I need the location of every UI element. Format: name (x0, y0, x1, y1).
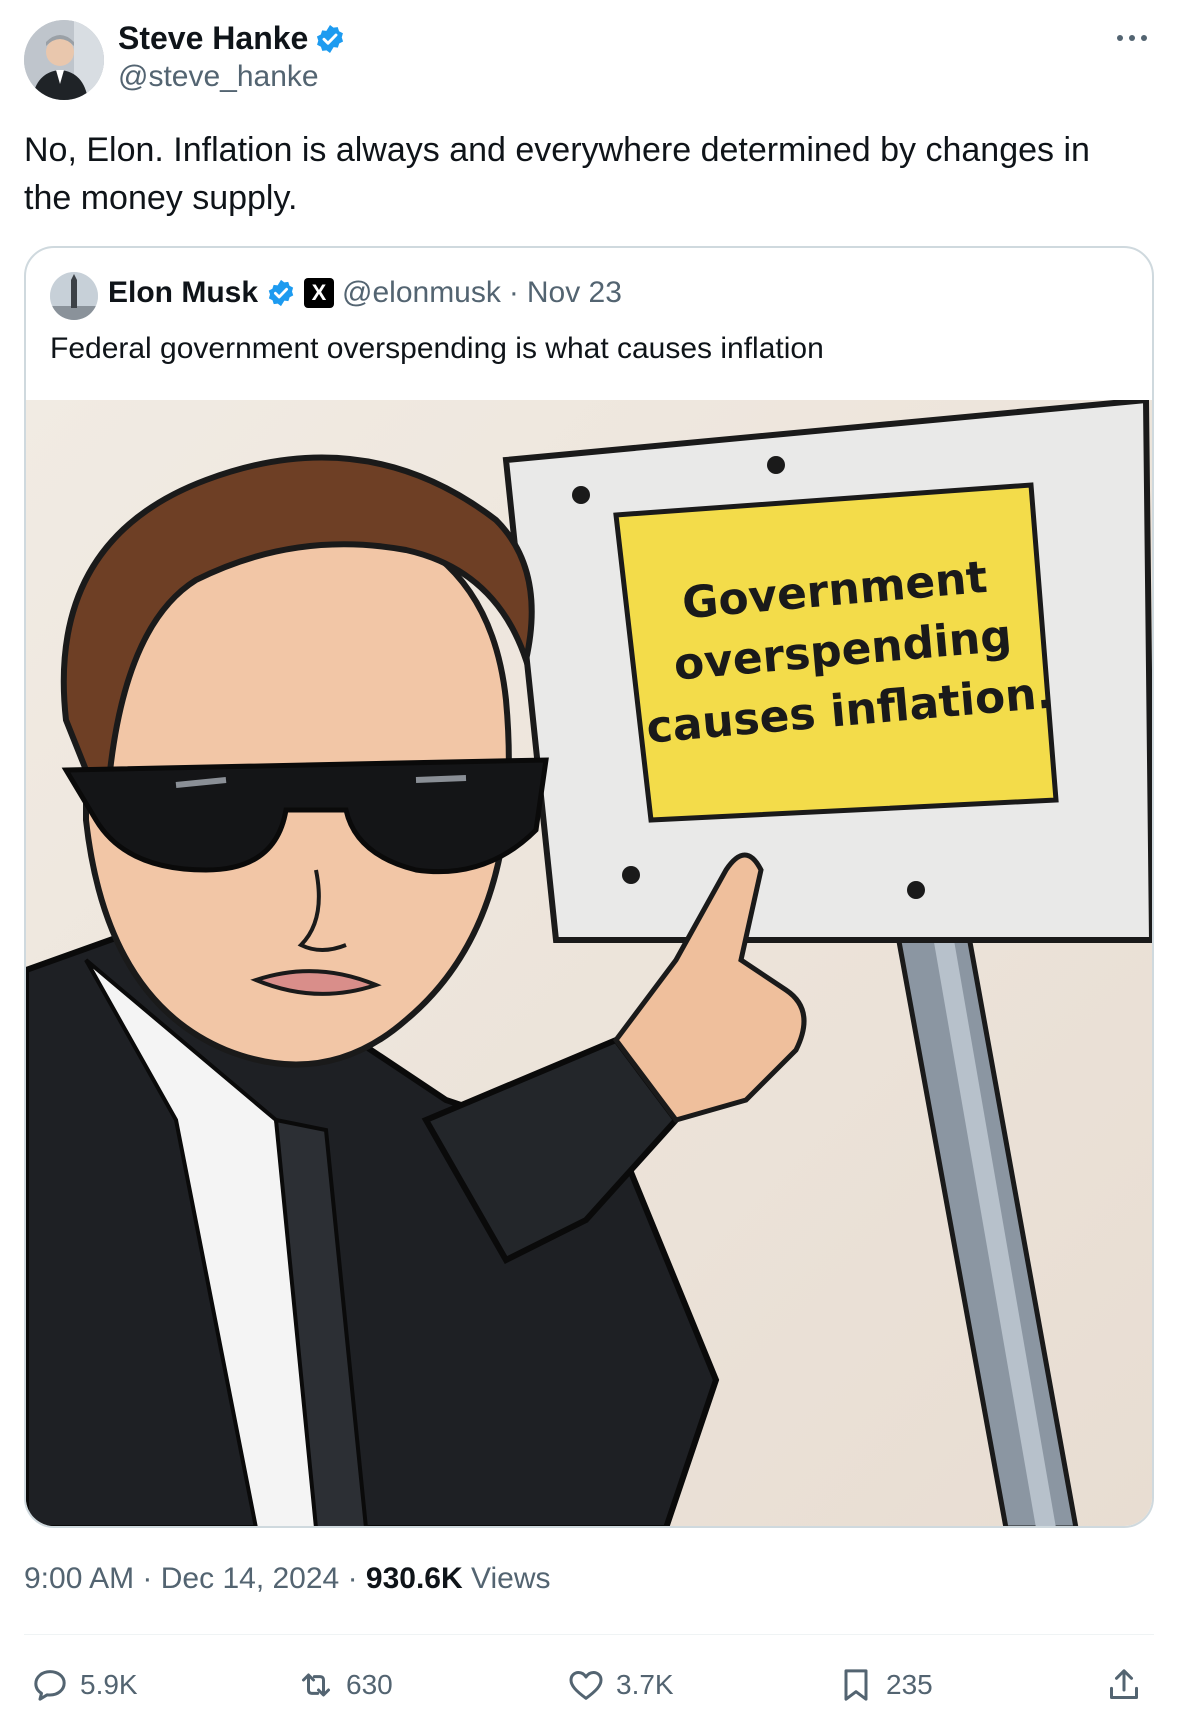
repost-icon (302, 1673, 330, 1697)
quoted-text: Federal government overspending is what … (50, 332, 824, 365)
share-icon (1110, 1669, 1138, 1699)
quoted-handle[interactable]: @elonmusk (342, 276, 501, 310)
reply-count: 5.9K (80, 1669, 138, 1700)
verified-badge-icon (317, 24, 344, 53)
like-button[interactable]: 3.7K (566, 1660, 674, 1710)
more-icon[interactable] (1112, 28, 1152, 48)
x-affiliation-icon: X (304, 278, 335, 308)
quoted-date[interactable]: Nov 23 (527, 276, 622, 310)
timestamp-row: 9:00 AM · Dec 14, 2024 · 930.6K Views (24, 1562, 551, 1596)
like-count: 3.7K (616, 1669, 674, 1700)
tweet-text: No, Elon. Inflation is always and everyw… (24, 131, 1090, 217)
repost-count: 630 (346, 1669, 393, 1700)
bookmark-count: 235 (886, 1669, 933, 1700)
views-label: Views (471, 1562, 551, 1595)
verified-badge-icon (268, 279, 294, 307)
tweet-time[interactable]: 9:00 AM (24, 1562, 134, 1595)
quoted-avatar[interactable] (50, 272, 98, 320)
reply-button[interactable]: 5.9K (30, 1660, 138, 1710)
like-icon (569, 1671, 603, 1700)
views-count: 930.6K (365, 1562, 463, 1595)
author-handle[interactable]: @steve_hanke (118, 60, 319, 94)
quoted-header: Elon Musk X @elonmusk · Nov 23 (108, 276, 622, 310)
author-name-row[interactable]: Steve Hanke (118, 20, 346, 57)
separator: · (347, 1562, 358, 1595)
tweet-date[interactable]: Dec 14, 2024 (161, 1562, 339, 1595)
quoted-tweet-card[interactable]: Elon Musk X @elonmusk · Nov 23 Federal g… (24, 246, 1154, 1528)
author-name[interactable]: Steve Hanke (118, 20, 308, 57)
reply-icon (34, 1670, 66, 1701)
cartoon-illustration: Government overspending causes inflation… (26, 396, 1152, 1526)
author-avatar[interactable] (24, 20, 104, 100)
bookmark-button[interactable]: 235 (836, 1660, 933, 1710)
quoted-name[interactable]: Elon Musk (108, 276, 258, 310)
share-button[interactable] (1104, 1660, 1144, 1710)
repost-button[interactable]: 630 (296, 1660, 393, 1710)
quoted-image[interactable]: Government overspending causes inflation… (26, 396, 1152, 1526)
separator: · (508, 276, 519, 309)
separator: · (142, 1562, 153, 1595)
divider (24, 1634, 1154, 1635)
bookmark-icon (844, 1669, 868, 1701)
